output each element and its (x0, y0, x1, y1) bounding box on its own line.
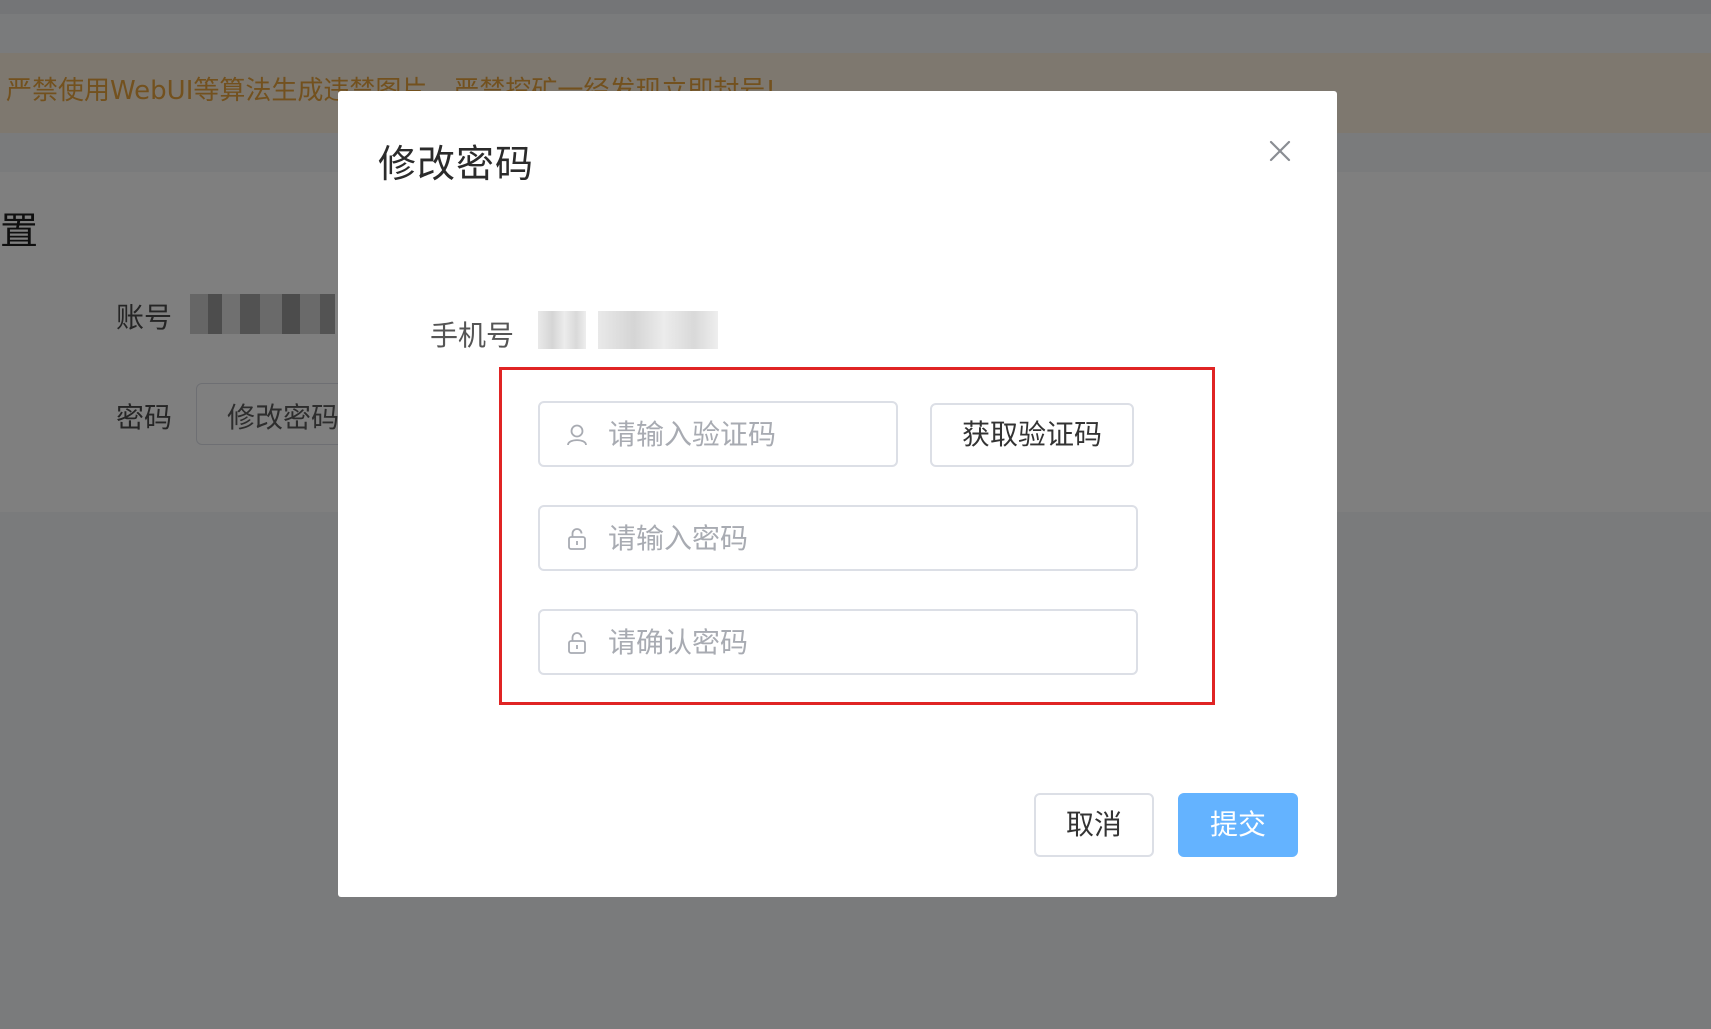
new-password-field[interactable] (538, 505, 1138, 571)
verification-code-field[interactable] (538, 401, 898, 467)
verification-code-input[interactable] (608, 403, 888, 465)
submit-button[interactable]: 提交 (1178, 793, 1298, 857)
new-password-input[interactable] (608, 507, 1118, 569)
phone-value-masked (538, 311, 718, 351)
page: 严禁使用WebUI等算法生成违禁图片，严禁挖矿一经发现立即封号! 置 账号 密码… (0, 0, 1711, 1029)
confirm-password-field[interactable] (538, 609, 1138, 675)
mask-block (598, 311, 718, 349)
change-password-dialog: 修改密码 手机号 获取验证码 (338, 91, 1337, 897)
get-code-button[interactable]: 获取验证码 (930, 403, 1134, 467)
mask-block (538, 311, 586, 349)
close-button[interactable] (1266, 137, 1294, 165)
close-icon (1269, 140, 1291, 162)
lock-icon (568, 528, 586, 550)
user-icon (567, 424, 587, 446)
dialog-title: 修改密码 (378, 142, 535, 186)
phone-label: 手机号 (430, 319, 515, 352)
lock-icon (568, 632, 586, 654)
confirm-password-input[interactable] (608, 611, 1118, 673)
cancel-button[interactable]: 取消 (1034, 793, 1154, 857)
